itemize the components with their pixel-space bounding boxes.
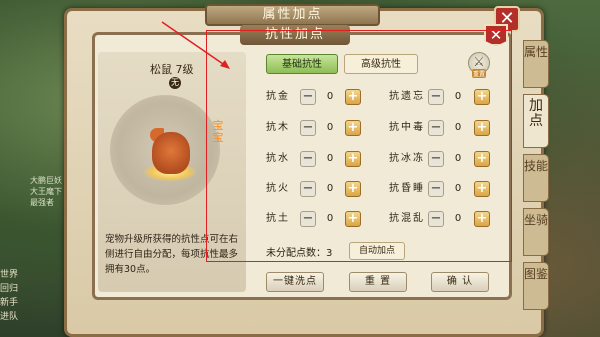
stat-label: 抗冰冻 (389, 153, 425, 164)
tab-handbook[interactable]: 图鉴 (523, 262, 549, 310)
reset-caption: 重置 (472, 69, 487, 78)
stat-label: 抗火 (266, 183, 290, 194)
stat-value: 0 (454, 153, 462, 164)
stat-value: 0 (454, 122, 462, 133)
minus-button[interactable]: − (428, 211, 444, 227)
stat-value: 0 (326, 183, 334, 194)
minus-button[interactable]: − (428, 89, 444, 105)
stat-value: 0 (326, 153, 334, 164)
chat-channel-label[interactable]: 世界 (0, 268, 60, 282)
stat-value: 0 (326, 213, 334, 224)
minus-button[interactable]: − (428, 181, 444, 197)
tab-label: 加点 (529, 98, 543, 129)
minus-button[interactable]: − (428, 151, 444, 167)
tab-label: 技能 (524, 159, 549, 173)
tab-label: 图鉴 (524, 267, 549, 281)
stat-label: 抗金 (266, 91, 290, 102)
stat-value: 0 (326, 91, 334, 102)
tab-label: 属性 (524, 45, 549, 59)
minus-button[interactable]: − (300, 211, 316, 227)
plus-button[interactable]: + (345, 211, 361, 227)
plus-button[interactable]: + (345, 89, 361, 105)
stat-value: 0 (454, 183, 462, 194)
minus-button[interactable]: − (428, 120, 444, 136)
reset-button[interactable]: 重 置 (349, 272, 407, 292)
minus-button[interactable]: − (300, 89, 316, 105)
stat-label: 抗混乱 (389, 213, 425, 224)
plus-button[interactable]: + (474, 211, 490, 227)
tab-skills[interactable]: 技能 (523, 154, 549, 202)
minus-button[interactable]: − (300, 151, 316, 167)
stat-label: 抗土 (266, 213, 290, 224)
plus-button[interactable]: + (474, 181, 490, 197)
reset-all-points-button[interactable]: 一键洗点 (266, 272, 324, 292)
annotation-arrow-icon (161, 21, 230, 69)
auto-assign-button[interactable]: 自动加点 (349, 242, 405, 260)
confirm-button[interactable]: 确 认 (431, 272, 489, 292)
plus-button[interactable]: + (474, 151, 490, 167)
tab-advanced-resistance[interactable]: 高级抗性 (344, 54, 418, 74)
minus-button[interactable]: − (300, 120, 316, 136)
plus-button[interactable]: + (345, 151, 361, 167)
unassigned-points: 未分配点数：3 (266, 248, 333, 259)
stat-label: 抗遗忘 (389, 91, 425, 102)
pet-sprite (152, 132, 190, 174)
tab-attributes[interactable]: 属性 (523, 40, 549, 88)
stat-value: 0 (454, 213, 462, 224)
pet-description: 宠物升级所获得的抗性点可在右侧进行自由分配，每项抗性最多拥有30点。 (105, 234, 239, 275)
tab-add-points[interactable]: 加点 (523, 94, 549, 148)
stat-label: 抗水 (266, 153, 290, 164)
stat-label: 抗中毒 (389, 122, 425, 133)
resistance-panel-title: 抗性加点 (240, 25, 350, 45)
pet-type-label: 宝宝 (212, 119, 224, 144)
plus-button[interactable]: + (474, 89, 490, 105)
stat-label: 抗昏睡 (389, 183, 425, 194)
tab-label: 坐骑 (524, 213, 549, 227)
chat-channel-label[interactable]: 进队 (0, 310, 60, 324)
plus-button[interactable]: + (474, 120, 490, 136)
minus-button[interactable]: − (300, 181, 316, 197)
chat-channel-label[interactable]: 新手 (0, 296, 60, 310)
tab-basic-resistance[interactable]: 基础抗性 (266, 54, 338, 74)
stat-label: 抗木 (266, 122, 290, 133)
tab-mount[interactable]: 坐骑 (523, 208, 549, 256)
stat-value: 0 (454, 91, 462, 102)
chat-channel-label[interactable]: 回归 (0, 282, 60, 296)
background-chat-labels: 世界 回归 新手 进队 (0, 268, 60, 324)
plus-button[interactable]: + (345, 120, 361, 136)
stat-value: 0 (326, 122, 334, 133)
plus-button[interactable]: + (345, 181, 361, 197)
